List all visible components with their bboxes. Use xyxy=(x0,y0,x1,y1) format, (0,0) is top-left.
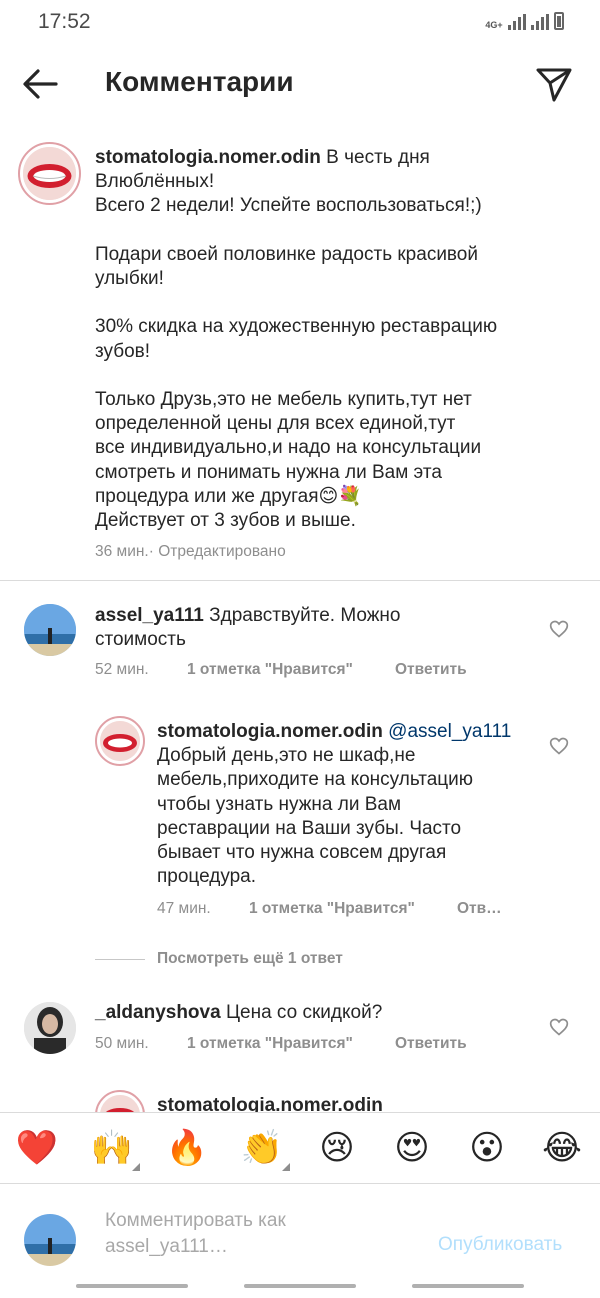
commenter-avatar[interactable] xyxy=(24,604,76,656)
comment-meta: 50 мин. 1 отметка "Нравится" Ответить xyxy=(95,1035,467,1053)
view-more-divider xyxy=(95,959,145,960)
lips-image xyxy=(23,147,76,200)
network-label: 4G+ xyxy=(485,20,503,30)
reply-link[interactable]: Ответить xyxy=(395,661,467,679)
caption-time: 36 мин. xyxy=(95,543,149,560)
reply-link[interactable]: Ответить xyxy=(395,1035,467,1053)
status-bar: 17:52 4G+ xyxy=(0,0,600,44)
skin-tone-indicator xyxy=(132,1163,140,1171)
comment-time: 52 мин. xyxy=(95,661,149,678)
comments-feed[interactable]: stomatologia.nomer.odin В честь дня Влюб… xyxy=(0,124,600,1114)
commenter-avatar[interactable] xyxy=(24,1002,76,1054)
likes-count-link[interactable]: 1 отметка "Нравится" xyxy=(187,1035,395,1053)
send-icon[interactable] xyxy=(534,64,574,104)
fire-emoji[interactable]: 🔥 xyxy=(165,1127,209,1169)
nav-recents[interactable] xyxy=(76,1284,188,1288)
page-title: Комментарии xyxy=(105,66,294,97)
reply-username[interactable]: stomatologia.nomer.odin xyxy=(157,721,383,742)
raised-hands-emoji-glyph: 🙌 xyxy=(90,1128,134,1168)
comment-time: 50 мин. xyxy=(95,1035,149,1052)
reply-body: Добрый день,это не шкаф,не мебель,приход… xyxy=(157,745,474,888)
reply-text: stomatologia.nomer.odin @assel_ya111 Доб… xyxy=(157,720,537,889)
publish-button[interactable]: Опубликовать xyxy=(438,1234,562,1256)
beach-photo xyxy=(24,604,76,656)
battery-icon xyxy=(554,12,564,30)
comment-input[interactable]: Комментировать как assel_ya111… xyxy=(105,1208,405,1260)
comment-text: assel_ya111 Здравствуйте. Можно стоимост… xyxy=(95,604,535,652)
raised-hands-emoji[interactable]: 🙌 xyxy=(90,1127,140,1171)
like-heart-icon[interactable] xyxy=(549,619,569,639)
beach-photo xyxy=(24,1214,76,1266)
caption-meta: 36 мин. · Отредактировано xyxy=(95,543,286,561)
view-more-replies-link[interactable]: Посмотреть ещё 1 ответ xyxy=(157,950,343,968)
reply-time: 47 мин. xyxy=(157,900,211,917)
laughing-emoji[interactable]: 😂 xyxy=(540,1127,584,1169)
caption-divider xyxy=(0,580,600,581)
comment-username[interactable]: _aldanyshova xyxy=(95,1002,221,1023)
nav-home[interactable] xyxy=(244,1284,356,1288)
caption-avatar[interactable] xyxy=(18,142,81,205)
likes-count-link[interactable]: 1 отметка "Нравится" xyxy=(249,900,457,918)
surprised-emoji[interactable]: 😮 xyxy=(465,1127,509,1169)
caption-text: stomatologia.nomer.odin В честь дня Влюб… xyxy=(95,146,575,533)
heart-emoji[interactable]: ❤️ xyxy=(15,1127,59,1169)
crying-emoji[interactable]: 😢 xyxy=(315,1127,359,1169)
system-nav-bar xyxy=(0,1274,600,1298)
caption-body: В честь дня Влюблённых! Всего 2 недели! … xyxy=(95,147,498,532)
status-time: 17:52 xyxy=(38,10,91,33)
likes-count-link[interactable]: 1 отметка "Нравится" xyxy=(187,661,395,679)
profile-photo xyxy=(24,1002,76,1054)
clapping-emoji-glyph: 👏 xyxy=(240,1128,284,1168)
back-arrow-icon[interactable] xyxy=(20,66,60,102)
quick-emoji-bar: ❤️ 🙌 🔥 👏 😢 😍 😮 😂 xyxy=(0,1112,600,1184)
reply-meta: 47 мин. 1 отметка "Нравится" Отв… xyxy=(157,900,502,918)
caption-edited: · Отредактировано xyxy=(148,543,286,560)
like-heart-icon[interactable] xyxy=(549,1017,569,1037)
comment-meta: 52 мин. 1 отметка "Нравится" Ответить xyxy=(95,661,467,679)
my-avatar xyxy=(24,1214,76,1266)
caption-username[interactable]: stomatologia.nomer.odin xyxy=(95,147,321,168)
header: Комментарии xyxy=(0,44,600,124)
comment-body: Цена со скидкой? xyxy=(220,1002,383,1023)
reply-avatar[interactable] xyxy=(95,716,145,766)
skin-tone-indicator xyxy=(282,1163,290,1171)
reply-text: stomatologia.nomer.odin xyxy=(157,1094,537,1114)
lips-image xyxy=(100,721,140,761)
reply-mention-link[interactable]: @assel_ya111 xyxy=(383,721,511,742)
comment-username[interactable]: assel_ya111 xyxy=(95,605,204,626)
signal-icon xyxy=(508,14,526,30)
comment-composer: Комментировать как assel_ya111… Опублико… xyxy=(0,1184,600,1274)
reply-link[interactable]: Отв… xyxy=(457,900,502,918)
comment-text: _aldanyshova Цена со скидкой? xyxy=(95,1001,535,1025)
clapping-emoji[interactable]: 👏 xyxy=(240,1127,290,1171)
signal-icon-2 xyxy=(531,14,549,30)
status-icons: 4G+ xyxy=(485,12,564,30)
reply-avatar[interactable] xyxy=(95,1090,145,1114)
like-heart-icon[interactable] xyxy=(549,736,569,756)
heart-eyes-emoji[interactable]: 😍 xyxy=(390,1127,434,1169)
nav-back[interactable] xyxy=(412,1284,524,1288)
